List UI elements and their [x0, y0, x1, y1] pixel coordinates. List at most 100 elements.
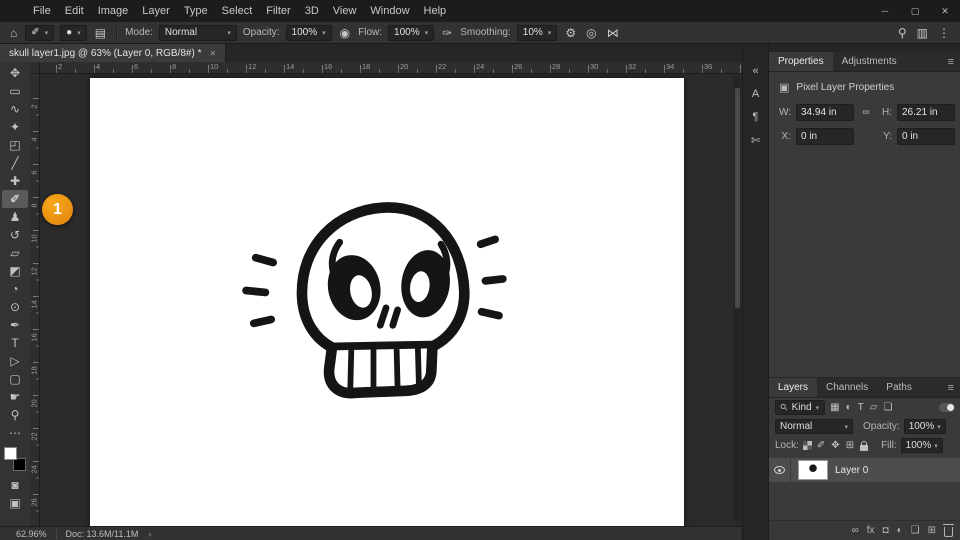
menu-item[interactable]: Image — [91, 0, 136, 22]
menu-item[interactable]: Layer — [135, 0, 177, 22]
hand-tool[interactable]: ☛ — [2, 388, 28, 406]
filter-toggle-switch[interactable] — [939, 403, 955, 412]
filter-adjustment-layers-icon[interactable]: ◐ — [845, 402, 853, 413]
menu-item[interactable]: File — [26, 0, 58, 22]
zoom-level[interactable]: 62.96% — [0, 529, 47, 539]
add-mask-icon[interactable]: ◘ — [883, 525, 889, 536]
filter-kind-select[interactable]: ⚲ Kind ▾ — [775, 400, 826, 415]
path-selection-tool[interactable]: ▷ — [2, 352, 28, 370]
gear-icon[interactable]: ⚙ — [563, 23, 578, 43]
search-icon[interactable]: ⚲ — [896, 23, 909, 43]
rectangle-tool[interactable]: ▢ — [2, 370, 28, 388]
blend-mode-select[interactable]: Normal ▾ — [158, 24, 237, 41]
smoothing-select[interactable]: 10% ▾ — [516, 24, 558, 41]
lock-transparency-icon[interactable] — [802, 441, 812, 450]
flow-select[interactable]: 100% ▾ — [388, 24, 435, 41]
edit-toolbar-icon[interactable]: ⋯ — [2, 424, 28, 442]
menu-item[interactable]: Help — [417, 0, 454, 22]
canvas-scrollbar[interactable] — [734, 76, 741, 522]
link-dimensions-icon[interactable]: ∞ — [857, 107, 875, 118]
blur-tool[interactable]: ◔ — [2, 280, 28, 298]
crop-tool[interactable]: ◰ — [2, 136, 28, 154]
lock-artboard-icon[interactable]: ⊞ — [845, 440, 855, 451]
filter-smart-objects-icon[interactable]: ❏ — [882, 402, 893, 413]
character-panel-icon[interactable]: A — [745, 84, 767, 104]
dodge-tool[interactable]: ⊙ — [2, 298, 28, 316]
adjustment-layer-icon[interactable]: ◐ — [897, 525, 903, 536]
lock-all-icon[interactable] — [860, 440, 869, 451]
maximize-button[interactable]: ▢ — [900, 0, 930, 22]
clone-stamp-tool[interactable]: ♟ — [2, 208, 28, 226]
quick-selection-tool[interactable]: ✦ — [2, 118, 28, 136]
menu-item[interactable]: Type — [177, 0, 215, 22]
menu-item[interactable]: Edit — [58, 0, 91, 22]
pressure-size-icon[interactable]: ◎ — [584, 23, 598, 43]
panel-tab[interactable]: Channels — [817, 378, 877, 397]
history-brush-tool[interactable]: ↺ — [2, 226, 28, 244]
document-tab[interactable]: skull layer1.jpg @ 63% (Layer 0, RGB/8#)… — [0, 44, 227, 62]
new-layer-icon[interactable]: ⊞ — [928, 525, 936, 536]
opacity-select[interactable]: 100% ▾ — [285, 24, 332, 41]
panel-tab[interactable]: Layers — [769, 378, 818, 397]
layer-style-icon[interactable]: fx — [867, 525, 875, 536]
zoom-tool[interactable]: ⚲ — [2, 406, 28, 424]
new-group-icon[interactable]: ❏ — [911, 525, 920, 536]
height-field[interactable]: 26.21 in — [897, 104, 955, 121]
paragraph-panel-icon[interactable]: ¶ — [745, 107, 767, 127]
type-tool[interactable]: T — [2, 334, 28, 352]
brush-settings-panel-icon[interactable]: ▤ — [93, 23, 108, 43]
width-field[interactable]: 34.94 in — [796, 104, 854, 121]
filter-pixel-layers-icon[interactable]: ▦ — [829, 402, 840, 413]
filter-type-layers-icon[interactable]: T — [857, 402, 865, 413]
rectangular-marquee-tool[interactable]: ▭ — [2, 82, 28, 100]
pen-tool[interactable]: ✒ — [2, 316, 28, 334]
color-swatches[interactable] — [4, 447, 26, 471]
extras-menu-icon[interactable]: ⋮ — [936, 23, 952, 43]
menu-item[interactable]: Select — [215, 0, 260, 22]
expand-panels-icon[interactable]: « — [745, 61, 767, 81]
status-chevron-icon[interactable]: › — [148, 529, 151, 539]
spot-healing-brush-tool[interactable]: ✚ — [2, 172, 28, 190]
menu-item[interactable]: Filter — [259, 0, 297, 22]
workspace-switcher-icon[interactable]: ▥ — [915, 23, 930, 43]
lasso-tool[interactable]: ∿ — [2, 100, 28, 118]
close-icon[interactable]: ✕ — [209, 49, 216, 58]
menu-item[interactable]: View — [326, 0, 364, 22]
x-field[interactable]: 0 in — [796, 128, 854, 145]
lock-position-icon[interactable]: ✥ — [830, 440, 840, 451]
brush-size-picker[interactable]: ● ▾ — [60, 24, 87, 41]
menu-item[interactable]: 3D — [298, 0, 326, 22]
scissors-panel-icon[interactable]: ✄ — [745, 130, 767, 150]
eraser-tool[interactable]: ▱ — [2, 244, 28, 262]
minimize-button[interactable]: ─ — [870, 0, 900, 22]
pressure-opacity-icon[interactable]: ◉ — [338, 23, 352, 43]
panel-menu-icon[interactable]: ≡ — [941, 52, 960, 71]
close-button[interactable]: ✕ — [930, 0, 960, 22]
menu-item[interactable]: Window — [363, 0, 416, 22]
paint-symmetry-icon[interactable]: ⋈ — [605, 23, 621, 43]
brush-tool[interactable]: ✐ — [2, 190, 28, 208]
airbrush-icon[interactable]: ✑ — [440, 23, 454, 43]
quick-mask-icon[interactable]: ◙ — [2, 476, 28, 494]
visibility-cell[interactable] — [769, 458, 791, 482]
move-tool[interactable]: ✥ — [2, 64, 28, 82]
tool-preset-picker[interactable]: ✐ ▾ — [25, 24, 55, 41]
panel-menu-icon[interactable]: ≡ — [941, 378, 960, 397]
home-icon[interactable]: ⌂ — [8, 23, 19, 43]
delete-layer-icon[interactable] — [943, 523, 954, 537]
foreground-color-swatch[interactable] — [4, 447, 17, 460]
eyedropper-tool[interactable]: ╱ — [2, 154, 28, 172]
panel-tab[interactable]: Adjustments — [833, 52, 906, 71]
canvas[interactable] — [90, 78, 684, 526]
layer-blend-mode-select[interactable]: Normal ▾ — [775, 419, 853, 434]
scrollbar-thumb[interactable] — [735, 88, 740, 308]
panel-tab[interactable]: Paths — [877, 378, 921, 397]
screen-mode-icon[interactable]: ▣ — [2, 494, 28, 512]
link-layers-icon[interactable]: ∞ — [852, 525, 859, 536]
layer-row[interactable]: Layer 0 — [769, 458, 960, 482]
lock-pixels-icon[interactable]: ✐ — [816, 440, 826, 451]
layer-opacity-select[interactable]: 100% ▾ — [903, 419, 946, 434]
layer-fill-select[interactable]: 100% ▾ — [900, 438, 943, 453]
y-field[interactable]: 0 in — [897, 128, 955, 145]
filter-shape-layers-icon[interactable]: ▱ — [869, 402, 879, 413]
